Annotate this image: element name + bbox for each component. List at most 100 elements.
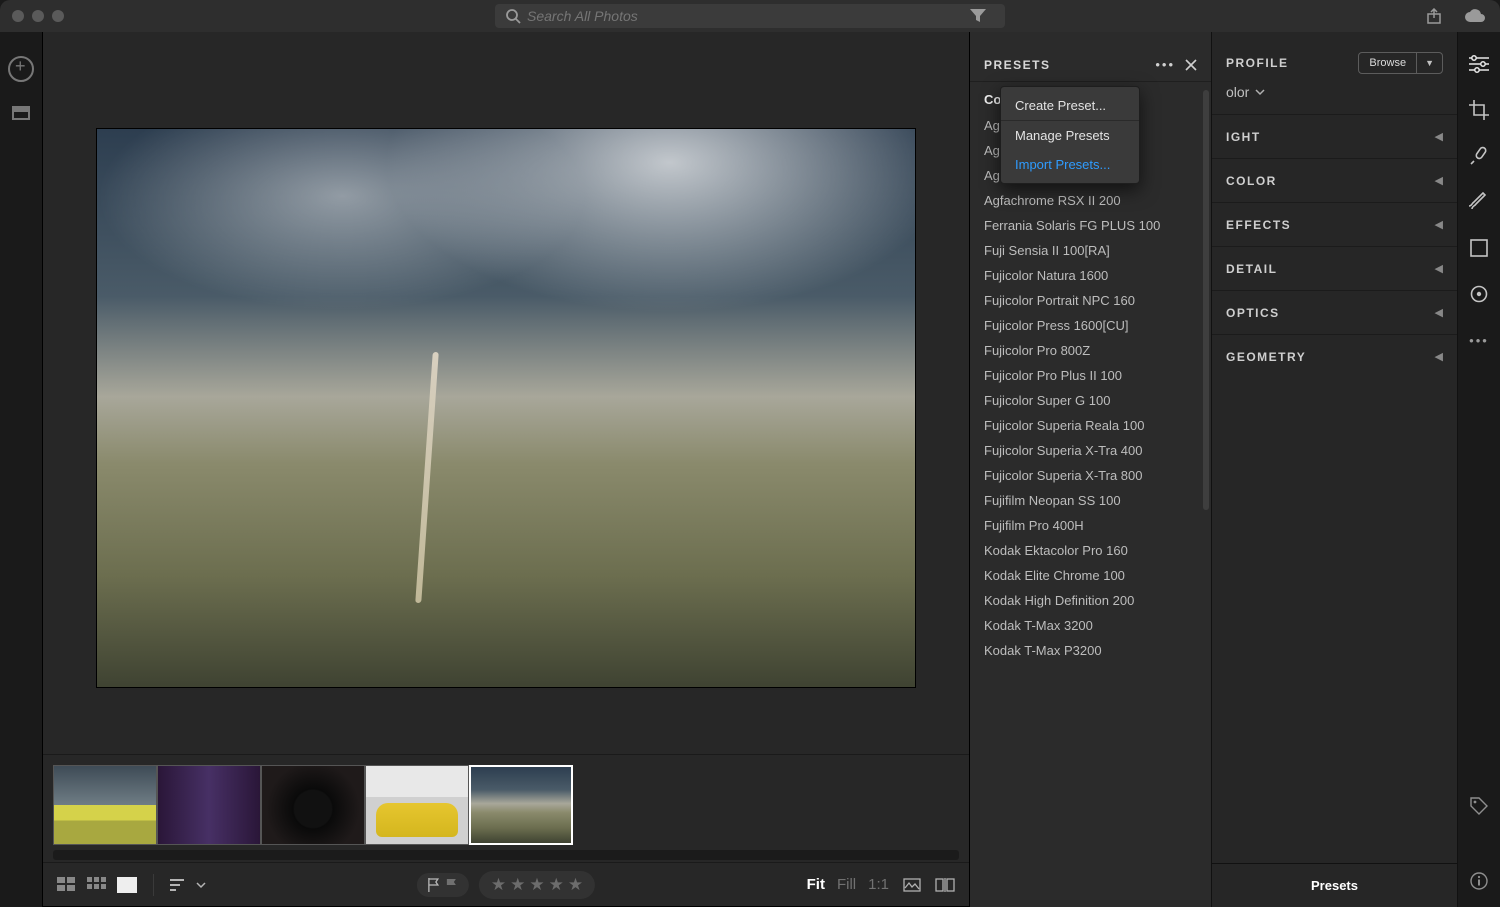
more-tools-icon[interactable]: •••: [1469, 330, 1489, 350]
edit-panel: PROFILE Browse ▼ olor IGHT ◀ COLOR ◀ EFF…: [1212, 32, 1458, 907]
add-photos-button[interactable]: [8, 56, 34, 82]
right-toolbar: •••: [1458, 32, 1500, 907]
flag-controls[interactable]: [417, 873, 469, 897]
star-icon[interactable]: ★: [568, 875, 583, 895]
tag-icon[interactable]: [1469, 796, 1489, 816]
star-icon[interactable]: ★: [510, 875, 525, 895]
browse-label: Browse: [1359, 53, 1417, 73]
preset-item[interactable]: Fujifilm Neopan SS 100: [984, 488, 1211, 513]
chevron-down-icon: [1255, 88, 1265, 96]
preset-item[interactable]: Fujicolor Superia Reala 100: [984, 413, 1211, 438]
close-presets-icon[interactable]: [1185, 59, 1197, 71]
zoom-fill-button[interactable]: Fill: [837, 876, 856, 893]
filmstrip-thumb-selected[interactable]: [469, 765, 573, 845]
detail-view-button[interactable]: [117, 877, 137, 893]
close-window-button[interactable]: [12, 10, 24, 22]
preset-item[interactable]: Kodak High Definition 200: [984, 588, 1211, 613]
presets-button[interactable]: Presets: [1212, 863, 1457, 907]
preset-item[interactable]: Fujifilm Pro 400H: [984, 513, 1211, 538]
filmstrip-thumb[interactable]: [365, 765, 469, 845]
menu-create-preset[interactable]: Create Preset...: [1001, 91, 1139, 121]
image-viewer[interactable]: [43, 32, 969, 754]
zoom-window-button[interactable]: [52, 10, 64, 22]
zoom-fit-button[interactable]: Fit: [807, 876, 825, 893]
preset-item[interactable]: Fujicolor Natura 1600: [984, 263, 1211, 288]
presets-more-icon[interactable]: •••: [1155, 57, 1175, 72]
edit-section-label: OPTICS: [1226, 306, 1280, 320]
edit-section-label: EFFECTS: [1226, 218, 1291, 232]
zoom-oneone-button[interactable]: 1:1: [868, 876, 889, 893]
my-photos-button[interactable]: [12, 106, 30, 120]
grid-view-button[interactable]: [57, 877, 77, 893]
edit-section-color[interactable]: COLOR ◀: [1212, 158, 1457, 202]
edit-section-light[interactable]: IGHT ◀: [1212, 114, 1457, 158]
preset-item[interactable]: Kodak Elite Chrome 100: [984, 563, 1211, 588]
preset-item[interactable]: Fujicolor Superia X-Tra 800: [984, 463, 1211, 488]
square-grid-view-button[interactable]: [87, 877, 107, 893]
browse-chevron-icon[interactable]: ▼: [1417, 54, 1442, 72]
flag-reject-icon[interactable]: [445, 877, 459, 893]
preset-item[interactable]: Fujicolor Press 1600[CU]: [984, 313, 1211, 338]
edit-section-effects[interactable]: EFFECTS ◀: [1212, 202, 1457, 246]
cloud-icon[interactable]: [1464, 8, 1486, 24]
rating-stars[interactable]: ★ ★ ★ ★ ★: [479, 871, 595, 899]
share-icon[interactable]: [1426, 8, 1442, 24]
flag-pick-icon[interactable]: [427, 877, 441, 893]
filmstrip-scrollbar[interactable]: [53, 850, 959, 860]
compare-view-icon[interactable]: [935, 878, 955, 892]
window-controls: [12, 10, 64, 22]
search-icon: [505, 8, 521, 24]
brush-icon[interactable]: [1469, 192, 1489, 212]
edit-sliders-icon[interactable]: [1469, 54, 1489, 74]
filmstrip-thumb[interactable]: [157, 765, 261, 845]
radial-gradient-icon[interactable]: [1469, 284, 1489, 304]
preset-list[interactable]: Contrastly Film Sims Agfa Color Portrait…: [970, 82, 1211, 907]
titlebar: [0, 0, 1500, 32]
crop-icon[interactable]: [1469, 100, 1489, 120]
filter-icon[interactable]: [970, 9, 986, 23]
star-icon[interactable]: ★: [491, 875, 506, 895]
profile-name: olor: [1226, 84, 1249, 100]
profile-selector[interactable]: olor: [1212, 84, 1457, 114]
edit-section-label: COLOR: [1226, 174, 1277, 188]
preset-item[interactable]: Kodak T-Max P3200: [984, 638, 1211, 663]
preset-item[interactable]: Kodak T-Max 3200: [984, 613, 1211, 638]
edit-section-optics[interactable]: OPTICS ◀: [1212, 290, 1457, 334]
sort-button[interactable]: [170, 879, 186, 891]
edit-section-geometry[interactable]: GEOMETRY ◀: [1212, 334, 1457, 378]
presets-context-menu: Create Preset... Manage Presets Import P…: [1000, 86, 1140, 184]
collapse-icon: ◀: [1435, 174, 1443, 187]
filmstrip-thumb[interactable]: [261, 765, 365, 845]
collapse-icon: ◀: [1435, 350, 1443, 363]
search-bar[interactable]: [495, 4, 1005, 28]
filmstrip-thumb[interactable]: [53, 765, 157, 845]
show-original-icon[interactable]: [903, 878, 921, 892]
preset-item[interactable]: Agfachrome RSX II 200: [984, 188, 1211, 213]
presets-scrollbar[interactable]: [1203, 90, 1209, 510]
preset-item[interactable]: Fujicolor Portrait NPC 160: [984, 288, 1211, 313]
healing-brush-icon[interactable]: [1469, 146, 1489, 166]
sort-chevron-icon[interactable]: [196, 881, 206, 889]
star-icon[interactable]: ★: [549, 875, 564, 895]
preset-item[interactable]: Kodak Ektacolor Pro 160: [984, 538, 1211, 563]
minimize-window-button[interactable]: [32, 10, 44, 22]
preset-item[interactable]: Fuji Sensia II 100[RA]: [984, 238, 1211, 263]
menu-manage-presets[interactable]: Manage Presets: [1001, 121, 1139, 150]
left-sidebar: [0, 32, 42, 907]
preset-item[interactable]: Fujicolor Pro Plus II 100: [984, 363, 1211, 388]
preset-item[interactable]: Fujicolor Super G 100: [984, 388, 1211, 413]
preset-item[interactable]: Fujicolor Superia X-Tra 400: [984, 438, 1211, 463]
filmstrip: [43, 754, 969, 850]
info-icon[interactable]: [1469, 871, 1489, 891]
preset-item[interactable]: Ferrania Solaris FG PLUS 100: [984, 213, 1211, 238]
linear-gradient-icon[interactable]: [1469, 238, 1489, 258]
profile-browse-button[interactable]: Browse ▼: [1358, 52, 1443, 74]
profile-label: PROFILE: [1226, 56, 1289, 70]
collapse-icon: ◀: [1435, 130, 1443, 143]
star-icon[interactable]: ★: [529, 875, 544, 895]
collapse-icon: ◀: [1435, 306, 1443, 319]
menu-import-presets[interactable]: Import Presets...: [1001, 150, 1139, 179]
preset-item[interactable]: Fujicolor Pro 800Z: [984, 338, 1211, 363]
search-input[interactable]: [527, 8, 995, 24]
edit-section-detail[interactable]: DETAIL ◀: [1212, 246, 1457, 290]
